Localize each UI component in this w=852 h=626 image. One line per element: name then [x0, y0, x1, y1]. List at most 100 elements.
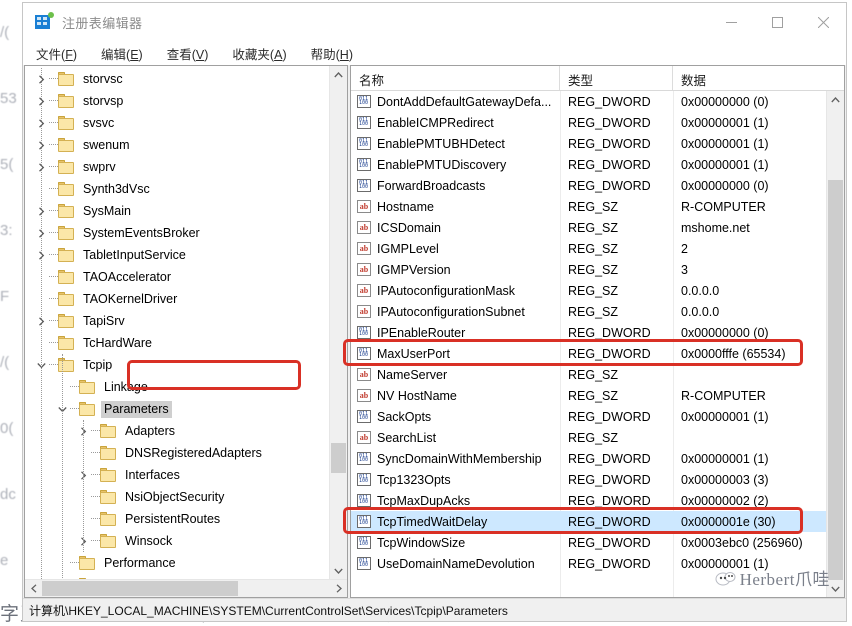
- close-button[interactable]: [800, 3, 846, 41]
- registry-value-row[interactable]: ab Hostname REG_SZ R-COMPUTER: [351, 196, 826, 217]
- folder-icon: [100, 446, 117, 460]
- registry-value-row[interactable]: ab IGMPLevel REG_SZ 2: [351, 238, 826, 259]
- menu-file[interactable]: 文件(F): [33, 42, 88, 65]
- tree-scroll-left-icon[interactable]: [25, 580, 42, 597]
- tree-node-dnsregisteredadapters[interactable]: DNSRegisteredAdapters: [25, 442, 329, 464]
- folder-icon: [58, 94, 75, 108]
- registry-value-row[interactable]: 011 100 IPEnableRouter REG_DWORD 0x00000000 …: [351, 322, 826, 343]
- values-vertical-scrollbar[interactable]: [826, 91, 844, 597]
- tree-scroll-track[interactable]: [330, 83, 347, 562]
- tree-guide-line: [41, 68, 42, 579]
- menu-edit[interactable]: 编辑(E): [98, 42, 154, 65]
- folder-icon: [58, 226, 75, 240]
- tree-node-tapisrv[interactable]: TapiSrv: [25, 310, 329, 332]
- minimize-button[interactable]: [708, 3, 754, 41]
- registry-value-row[interactable]: 011 100 Tcp1323Opts REG_DWORD 0x00000003 (3): [351, 469, 826, 490]
- registry-values-list[interactable]: 011 100 DontAddDefaultGatewayDefa... REG_DW…: [351, 91, 826, 597]
- registry-value-row[interactable]: ab NameServer REG_SZ: [351, 364, 826, 385]
- registry-value-row[interactable]: 011 100 EnablePMTUBHDetect REG_DWORD 0x00000…: [351, 133, 826, 154]
- column-header-type[interactable]: 类型: [560, 66, 673, 90]
- registry-value-row[interactable]: ab ICSDomain REG_SZ mshome.net: [351, 217, 826, 238]
- tree-node-label: NsiObjectSecurity: [125, 489, 225, 504]
- title-bar[interactable]: 注册表编辑器: [23, 3, 846, 41]
- values-scroll-up-icon[interactable]: [827, 91, 844, 108]
- tree-node-storvsc[interactable]: storvsc: [25, 68, 329, 90]
- tree-node-taokerneldriver[interactable]: TAOKernelDriver: [25, 288, 329, 310]
- tree-connector: [91, 486, 100, 508]
- registry-value-row[interactable]: 011 100 TcpWindowSize REG_DWORD 0x0003ebc0 (…: [351, 532, 826, 553]
- dword-value-icon: 011 100: [357, 178, 372, 193]
- menu-bar: 文件(F) 编辑(E) 查看(V) 收藏夹(A) 帮助(H): [23, 41, 846, 65]
- tree-node-swenum[interactable]: swenum: [25, 134, 329, 156]
- tree-node-label: TAOKernelDriver: [83, 291, 178, 306]
- registry-key-tree[interactable]: storvsc storvsp svsvc swenum swprv Synth3dVsc…: [25, 66, 329, 579]
- tree-node-performance[interactable]: Performance: [25, 552, 329, 574]
- tree-node-swprv[interactable]: swprv: [25, 156, 329, 178]
- tree-connector: [49, 266, 58, 288]
- value-name-cell: 011 100 TcpWindowSize: [351, 535, 560, 550]
- tree-node-systemeventsbroker[interactable]: SystemEventsBroker: [25, 222, 329, 244]
- tree-scroll-up-icon[interactable]: [330, 66, 347, 83]
- registry-value-row[interactable]: ab NV HostName REG_SZ R-COMPUTER: [351, 385, 826, 406]
- value-name-cell: ab NV HostName: [351, 388, 560, 403]
- tree-node-synth3dvsc[interactable]: Synth3dVsc: [25, 178, 329, 200]
- registry-value-row[interactable]: 011 100 TcpTimedWaitDelay REG_DWORD 0x000000…: [351, 511, 826, 532]
- tree-connector: [91, 464, 100, 486]
- registry-value-row[interactable]: ab IPAutoconfigurationMask REG_SZ 0.0.0.0: [351, 280, 826, 301]
- menu-favorites[interactable]: 收藏夹(A): [229, 42, 297, 65]
- tree-node-svsvc[interactable]: svsvc: [25, 112, 329, 134]
- tree-node-taoaccelerator[interactable]: TAOAccelerator: [25, 266, 329, 288]
- registry-value-row[interactable]: 011 100 EnablePMTUDiscovery REG_DWORD 0x0000…: [351, 154, 826, 175]
- value-name-text: TcpWindowSize: [377, 535, 466, 550]
- value-name-cell: 011 100 TcpTimedWaitDelay: [351, 514, 560, 529]
- registry-value-row[interactable]: 011 100 EnableICMPRedirect REG_DWORD 0x00000…: [351, 112, 826, 133]
- value-type-cell: REG_DWORD: [568, 535, 651, 550]
- values-scroll-thumb[interactable]: [828, 180, 843, 580]
- tree-scroll-area: storvsc storvsp svsvc swenum swprv Synth3dVsc…: [25, 66, 347, 579]
- tree-scroll-thumb[interactable]: [331, 443, 346, 473]
- column-header-data[interactable]: 数据: [673, 66, 844, 90]
- value-name-text: EnableICMPRedirect: [377, 115, 494, 130]
- registry-value-row[interactable]: ab IGMPVersion REG_SZ 3: [351, 259, 826, 280]
- tree-node-winsock[interactable]: Winsock: [25, 530, 329, 552]
- tree-node-interfaces[interactable]: Interfaces: [25, 464, 329, 486]
- tree-node-storvsp[interactable]: storvsp: [25, 90, 329, 112]
- column-header-name[interactable]: 名称: [351, 66, 560, 90]
- tree-hscroll-thumb[interactable]: [42, 581, 238, 596]
- tree-horizontal-scrollbar[interactable]: [25, 579, 347, 597]
- registry-value-row[interactable]: 011 100 MaxUserPort REG_DWORD 0x0000fffe (65…: [351, 343, 826, 364]
- registry-value-row[interactable]: 011 100 DontAddDefaultGatewayDefa... REG_DW…: [351, 91, 826, 112]
- value-name-text: IPEnableRouter: [377, 325, 466, 340]
- tree-node-tcpip[interactable]: Tcpip: [25, 354, 329, 376]
- tree-node-persistentroutes[interactable]: PersistentRoutes: [25, 508, 329, 530]
- tree-node-adapters[interactable]: Adapters: [25, 420, 329, 442]
- tree-hscroll-track[interactable]: [42, 580, 330, 597]
- tree-node-sysmain[interactable]: SysMain: [25, 200, 329, 222]
- value-data-cell: 0x00000002 (2): [681, 493, 769, 508]
- tree-vertical-scrollbar[interactable]: [329, 66, 347, 579]
- registry-value-row[interactable]: 011 100 ForwardBroadcasts REG_DWORD 0x000000…: [351, 175, 826, 196]
- registry-value-row[interactable]: 011 100 TcpMaxDupAcks REG_DWORD 0x00000002 (…: [351, 490, 826, 511]
- window-title: 注册表编辑器: [62, 15, 143, 31]
- tree-node-tchardware[interactable]: TcHardWare: [25, 332, 329, 354]
- registry-value-row[interactable]: 011 100 SackOpts REG_DWORD 0x00000001 (1): [351, 406, 826, 427]
- value-data-cell: 0x00000001 (1): [681, 115, 769, 130]
- maximize-button[interactable]: [754, 3, 800, 41]
- menu-view[interactable]: 查看(V): [164, 42, 220, 65]
- registry-value-row[interactable]: ab SearchList REG_SZ: [351, 427, 826, 448]
- registry-value-row[interactable]: ab IPAutoconfigurationSubnet REG_SZ 0.0.0.0: [351, 301, 826, 322]
- tree-scroll-down-icon[interactable]: [330, 562, 347, 579]
- tree-node-tabletinputservice[interactable]: TabletInputService: [25, 244, 329, 266]
- value-data-cell: 3: [681, 262, 688, 277]
- tree-scroll-right-icon[interactable]: [330, 580, 347, 597]
- tree-node-nsiobjectsecurity[interactable]: NsiObjectSecurity: [25, 486, 329, 508]
- tree-connector: [91, 508, 100, 530]
- values-scroll-track[interactable]: [827, 108, 844, 580]
- menu-help[interactable]: 帮助(H): [308, 42, 364, 65]
- tree-node-linkage[interactable]: Linkage: [25, 376, 329, 398]
- content-panes: storvsc storvsp svsvc swenum swprv Synth3dVsc…: [23, 65, 846, 598]
- tree-node-parameters[interactable]: Parameters: [25, 398, 329, 420]
- registry-value-row[interactable]: 011 100 SyncDomainWithMembership REG_DWORD 0…: [351, 448, 826, 469]
